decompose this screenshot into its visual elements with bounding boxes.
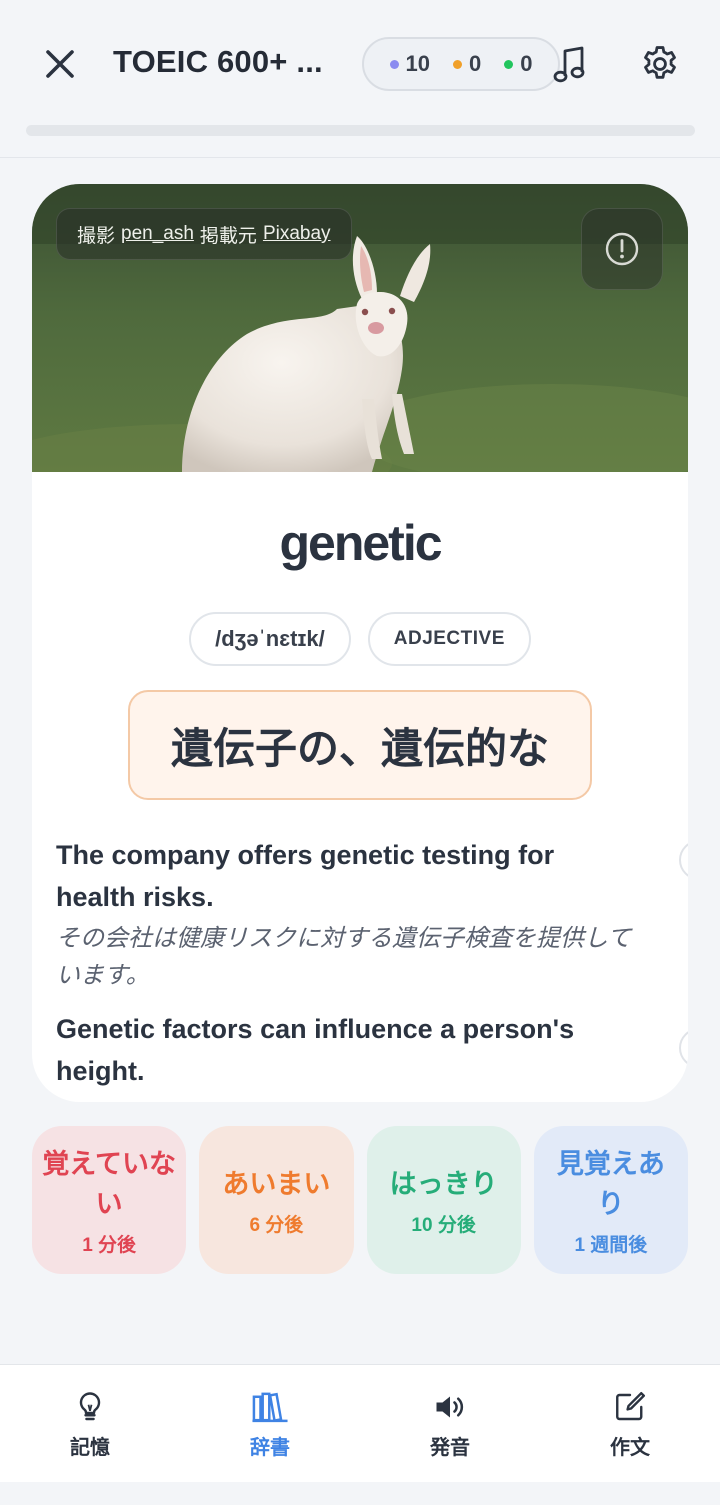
answer-vague-button[interactable]: あいまい 6 分後	[199, 1126, 354, 1274]
part-of-speech-chip: ADJECTIVE	[367, 612, 531, 666]
answer-interval: 1 分後	[82, 1234, 137, 1256]
example-audio-button[interactable]	[679, 1028, 688, 1068]
count-review: 0	[504, 51, 532, 77]
example-japanese: その会社は健康リスクに対する遺伝子検査を提供しています。	[56, 925, 632, 989]
review-counts: 10 0 0	[362, 37, 560, 91]
answer-label: 見覚えあり	[556, 1148, 665, 1219]
answer-interval: 1 週間後	[574, 1234, 648, 1256]
nav-label: 発音	[430, 1437, 470, 1459]
count-new: 10	[389, 51, 430, 77]
bottom-navigation: 記憶 辞書 発音 作文	[0, 1364, 720, 1482]
credit-author-link[interactable]: pen_ash	[121, 223, 194, 245]
credit-prefix: 撮影	[77, 225, 116, 247]
word-info-chips: /dʒəˈnɛtɪk/ ADJECTIVE	[32, 612, 688, 666]
nav-tab-dictionary[interactable]: 辞書	[180, 1365, 360, 1482]
answer-label: はっきり	[389, 1168, 498, 1199]
close-icon	[46, 50, 74, 78]
vocabulary-word: genetic	[279, 515, 442, 571]
answer-interval: 6 分後	[249, 1214, 304, 1236]
count-learning-value: 0	[468, 51, 482, 76]
top-bar: TOEIC 600+ ... 10 0 0	[0, 0, 720, 158]
music-button[interactable]	[546, 40, 594, 90]
music-note-icon	[553, 46, 585, 83]
alert-icon	[605, 232, 639, 266]
nav-label: 記憶	[70, 1437, 110, 1459]
example-audio-button[interactable]	[679, 840, 688, 880]
nav-tab-composition[interactable]: 作文	[540, 1365, 720, 1482]
nav-label: 辞書	[250, 1437, 290, 1459]
credit-source-link[interactable]: Pixabay	[263, 223, 331, 245]
answer-clear-button[interactable]: はっきり 10 分後	[366, 1126, 521, 1274]
answer-buttons: 覚えていない 1 分後 あいまい 6 分後 はっきり 10 分後 見覚えあり 1…	[32, 1126, 688, 1274]
count-new-value: 10	[405, 51, 430, 76]
count-learning-dot	[452, 59, 462, 69]
answer-interval: 10 分後	[411, 1214, 476, 1236]
report-image-button[interactable]	[581, 208, 663, 290]
nav-label: 作文	[610, 1437, 650, 1459]
lightbulb-icon	[79, 1392, 101, 1421]
settings-button[interactable]	[636, 40, 684, 88]
edit-icon	[616, 1392, 645, 1421]
example-english: Genetic factors can influence a person's…	[56, 1014, 575, 1086]
session-progress-bar	[26, 125, 695, 136]
credit-middle: 掲載元	[199, 225, 257, 247]
count-review-dot	[504, 59, 514, 69]
books-icon	[252, 1392, 288, 1423]
answer-label: あいまい	[222, 1168, 331, 1199]
example-sentences: The company offers genetic testing for h…	[56, 834, 636, 1102]
answer-label: 覚えていない	[42, 1148, 176, 1219]
flashcard: 撮影 pen_ash 掲載元 Pixabay genetic /dʒəˈnɛtɪ…	[32, 184, 688, 1102]
deck-title: TOEIC 600+ ...	[113, 44, 323, 79]
answer-forgot-button[interactable]: 覚えていない 1 分後	[32, 1126, 187, 1274]
nav-tab-pronunciation[interactable]: 発音	[360, 1365, 540, 1482]
pronunciation-chip[interactable]: /dʒəˈnɛtɪk/	[189, 612, 351, 666]
example-item: The company offers genetic testing for h…	[56, 834, 636, 994]
count-learning: 0	[452, 51, 482, 77]
example-english: The company offers genetic testing for h…	[56, 840, 555, 912]
answer-familiar-button[interactable]: 見覚えあり 1 週間後	[533, 1126, 688, 1274]
count-new-dot	[389, 59, 399, 69]
gear-icon	[644, 46, 676, 79]
photo-credit: 撮影 pen_ash 掲載元 Pixabay	[56, 208, 352, 260]
word-meaning: 遺伝子の、遺伝的な	[128, 690, 592, 800]
nav-tab-memorize[interactable]: 記憶	[0, 1365, 180, 1482]
example-item: Genetic factors can influence a person's…	[56, 1008, 636, 1092]
speaker-icon	[436, 1396, 464, 1418]
count-review-value: 0	[520, 51, 533, 76]
close-button[interactable]	[36, 40, 84, 88]
system-navigation-area	[0, 1482, 720, 1505]
